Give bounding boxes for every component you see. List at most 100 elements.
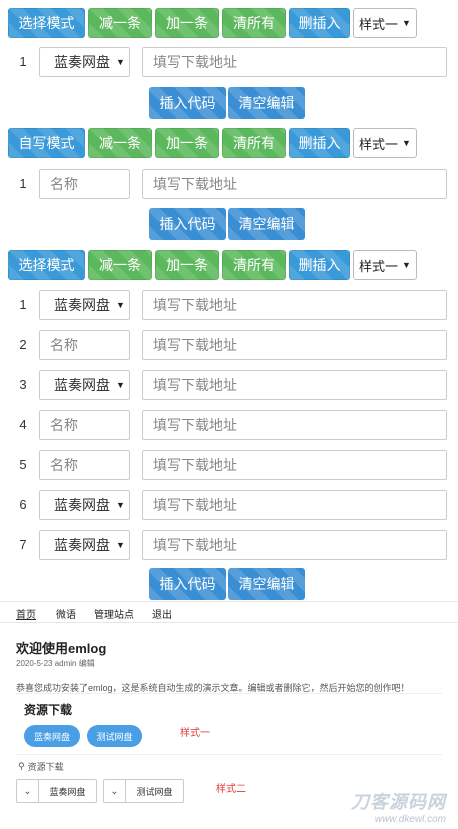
download-box-style1: 资源下载蓝奏网盘 测试网盘 [16,693,442,753]
style-select[interactable]: 样式一 ▼ [353,8,417,38]
pan-select[interactable]: 蓝奏网盘 ▼ [39,370,130,400]
download-url-input[interactable]: 填写下载地址 [142,490,447,520]
clear-edit-button[interactable]: 清空编辑 [228,568,305,600]
clear-edit-button[interactable]: 清空编辑 [228,87,305,119]
nav-link[interactable]: 管理站点 [94,606,134,621]
mode-button[interactable]: 自写模式 [8,128,85,158]
download-url-input[interactable]: 填写下载地址 [142,530,447,560]
link-row: 5 名称 填写下载地址 [8,450,448,480]
insert-code-button[interactable]: 插入代码 [149,208,226,240]
delete-insert-button[interactable]: 删插入 [289,8,350,38]
row-number: 5 [19,457,27,472]
caret-down-icon: ▼ [116,300,125,310]
remove-row-button[interactable]: 减一条 [88,8,152,38]
nav-link[interactable]: 退出 [152,606,172,621]
pan-select-value: 蓝奏网盘 [54,297,110,313]
style-select[interactable]: 样式一 ▼ [353,250,417,280]
link-row: 4 名称 填写下载地址 [8,410,448,440]
style2-note: 样式二 [216,784,246,795]
pan-select[interactable]: 蓝奏网盘 ▼ [39,490,130,520]
download-url-input[interactable]: 填写下载地址 [142,330,447,360]
action-buttons: 插入代码 清空编辑 [149,568,305,600]
clear-all-button[interactable]: 清所有 [222,250,286,280]
name-input[interactable]: 名称 [39,169,130,199]
download-url-input[interactable]: 填写下载地址 [142,370,447,400]
caret-down-icon: ▼ [116,540,125,550]
download-dropdown-button[interactable]: ⌄ 测试网盘 [103,779,184,803]
clear-all-button[interactable]: 清所有 [222,128,286,158]
remove-row-button[interactable]: 减一条 [88,250,152,280]
download-label-style2: ⚲ 资源下载 [18,760,64,773]
nav-link[interactable]: 首页 [16,606,36,621]
row-number: 6 [19,497,27,512]
add-row-button[interactable]: 加一条 [155,128,219,158]
link-row: 7 蓝奏网盘 ▼ 填写下载地址 [8,530,448,560]
download-url-input[interactable]: 填写下载地址 [142,169,447,199]
clear-edit-button[interactable]: 清空编辑 [228,208,305,240]
link-row: 1 名称 填写下载地址 [8,169,448,199]
style-select-value: 样式一 [359,136,399,152]
remove-row-button[interactable]: 减一条 [88,128,152,158]
row-number: 7 [19,537,27,552]
style-select[interactable]: 样式一 ▼ [353,128,417,158]
download-url-input[interactable]: 填写下载地址 [142,47,447,77]
style-select-value: 样式一 [359,258,399,274]
caret-down-icon: ▼ [116,380,125,390]
link-row: 6 蓝奏网盘 ▼ 填写下载地址 [8,490,448,520]
pan-select[interactable]: 蓝奏网盘 ▼ [39,290,130,320]
style1-note: 样式一 [180,728,210,739]
caret-down-icon: ▼ [116,500,125,510]
mode-button[interactable]: 选择模式 [8,250,85,280]
delete-insert-button[interactable]: 删插入 [289,128,350,158]
pan-select[interactable]: 蓝奏网盘 ▼ [39,47,130,77]
add-row-button[interactable]: 加一条 [155,250,219,280]
post-meta: 2020-5-23 admin 编辑 [16,659,95,668]
download-dropdown-label: 测试网盘 [136,786,173,797]
download-label-text: 资源下载 [27,762,64,772]
link-row: 3 蓝奏网盘 ▼ 填写下载地址 [8,370,448,400]
chevron-down-icon: ⌄ [17,780,39,802]
blog-nav: 首页 微语 管理站点 退出 [0,601,458,623]
caret-down-icon: ▼ [402,18,411,28]
pan-select[interactable]: 蓝奏网盘 ▼ [39,530,130,560]
watermark-title: 刀客源码网 [351,792,446,812]
row-number: 4 [19,417,27,432]
mode-button[interactable]: 选择模式 [8,8,85,38]
toolbar: 选择模式 减一条 加一条 清所有 删插入 样式一 ▼ [8,8,417,38]
download-url-input[interactable]: 填写下载地址 [142,450,447,480]
download-pill-button[interactable]: 测试网盘 [87,725,142,747]
name-input[interactable]: 名称 [39,450,130,480]
insert-code-button[interactable]: 插入代码 [149,568,226,600]
watermark: 刀客源码网 www.dkewl.com [351,788,446,825]
divider [16,754,442,755]
name-input[interactable]: 名称 [39,410,130,440]
download-url-input[interactable]: 填写下载地址 [142,410,447,440]
pan-select-value: 蓝奏网盘 [54,537,110,553]
style-select-value: 样式一 [359,16,399,32]
download-url-input[interactable]: 填写下载地址 [142,290,447,320]
delete-insert-button[interactable]: 删插入 [289,250,350,280]
chevron-down-icon: ⌄ [104,780,126,802]
link-row: 1 蓝奏网盘 ▼ 填写下载地址 [8,290,448,320]
download-title: 资源下载 [24,703,73,717]
post-title[interactable]: 欢迎使用emlog [16,638,106,657]
nav-link[interactable]: 微语 [56,606,76,621]
watermark-url: www.dkewl.com [374,814,446,825]
download-dropdown-label: 蓝奏网盘 [49,786,86,797]
add-row-button[interactable]: 加一条 [155,8,219,38]
link-row: 1 蓝奏网盘 ▼ 填写下载地址 [8,47,448,77]
caret-down-icon: ▼ [116,57,125,67]
caret-down-icon: ▼ [402,260,411,270]
clear-all-button[interactable]: 清所有 [222,8,286,38]
caret-down-icon: ▼ [402,138,411,148]
row-number: 3 [19,377,27,392]
download-dropdown-button[interactable]: ⌄ 蓝奏网盘 [16,779,97,803]
name-input[interactable]: 名称 [39,330,130,360]
paperclip-icon: ⚲ [18,761,25,771]
action-buttons: 插入代码 清空编辑 [149,87,305,119]
toolbar: 自写模式 减一条 加一条 清所有 删插入 样式一 ▼ [8,128,417,158]
insert-code-button[interactable]: 插入代码 [149,87,226,119]
pan-select-value: 蓝奏网盘 [54,377,110,393]
row-number: 1 [19,54,27,69]
download-pill-button[interactable]: 蓝奏网盘 [24,725,80,747]
